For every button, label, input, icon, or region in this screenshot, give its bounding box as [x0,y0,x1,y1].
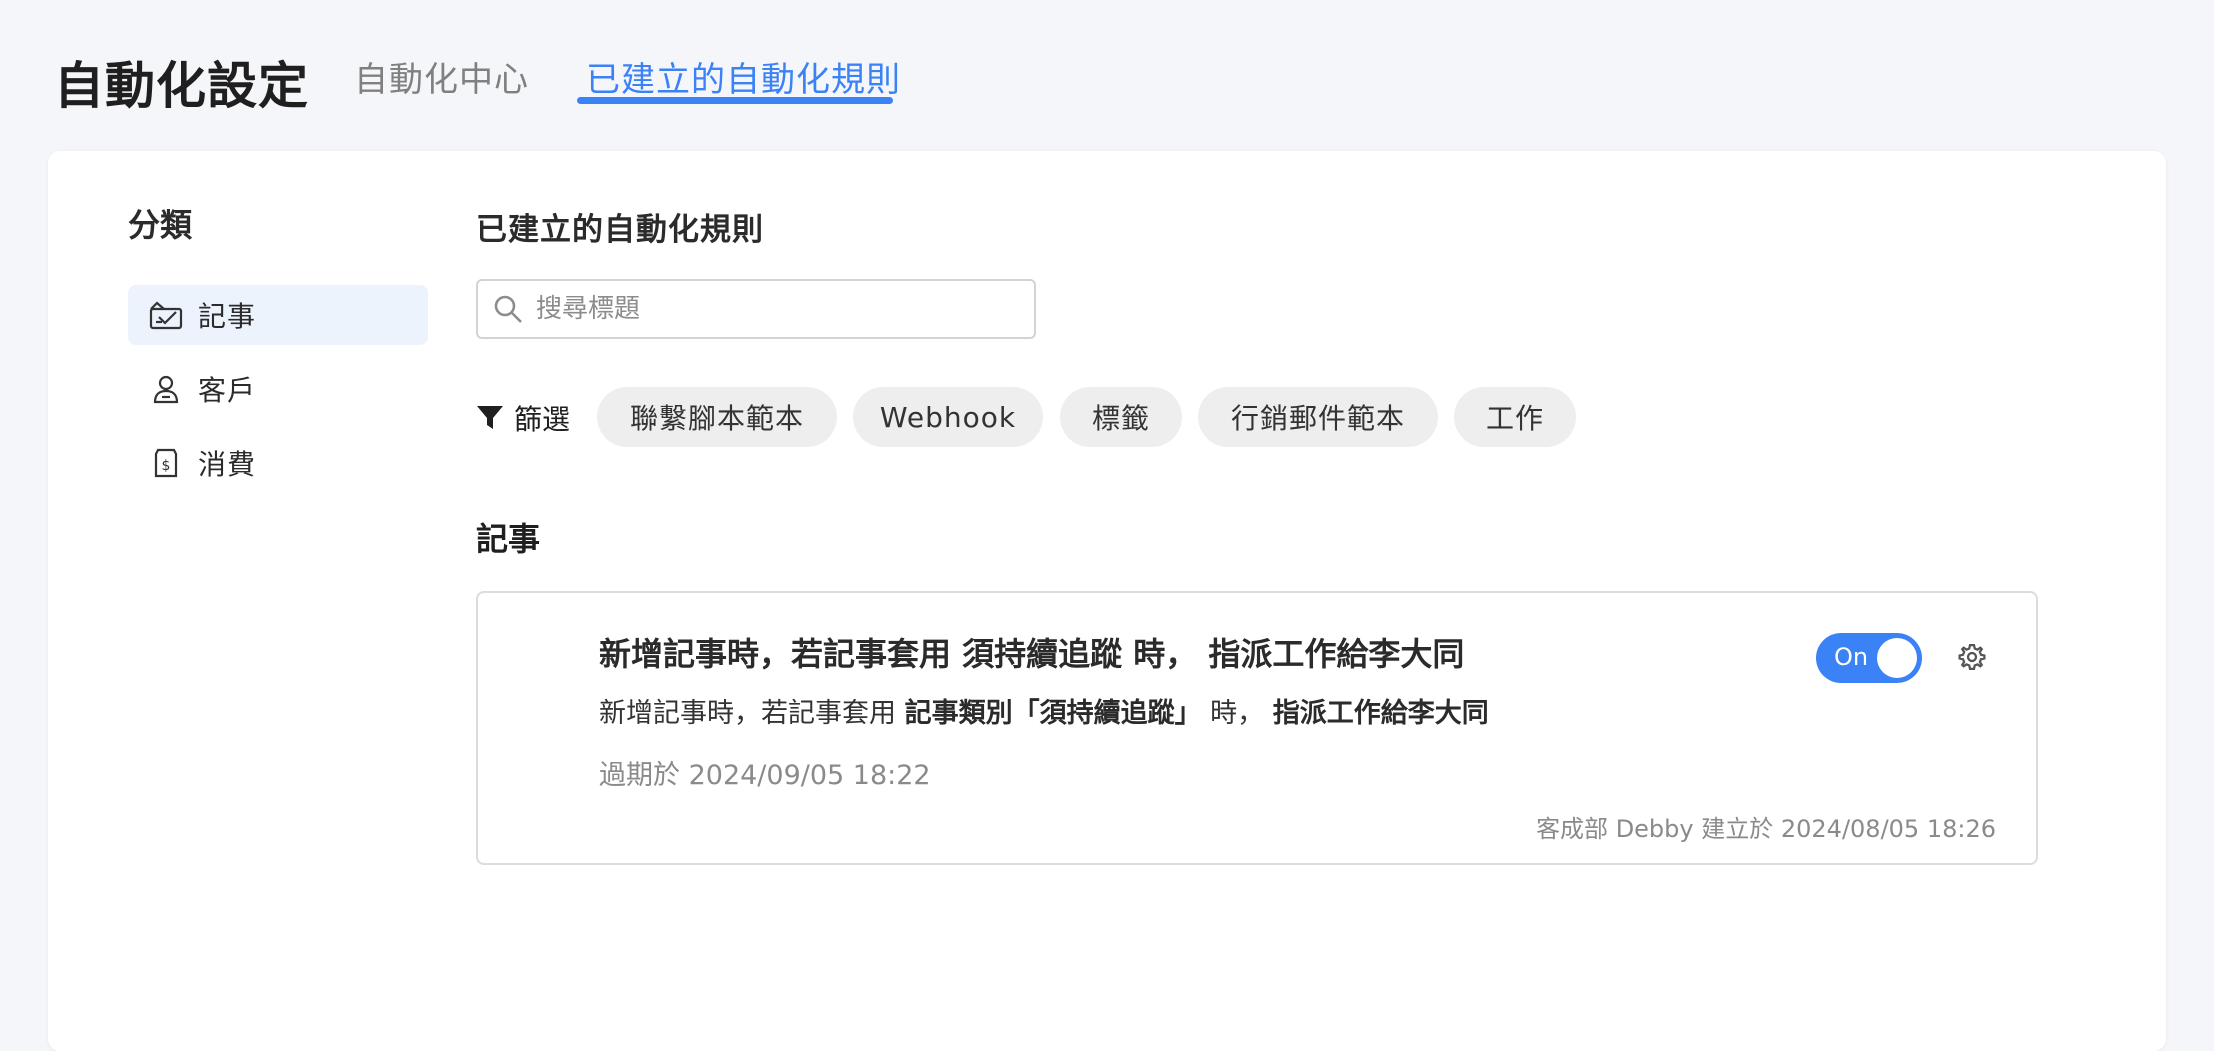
filter-chip-tasks[interactable]: 工作 [1454,387,1576,447]
sidebar-item-label: 客戶 [198,374,257,407]
rule-expire-date: 過期於 2024/09/05 18:22 [599,760,931,791]
filter-label-text: 篩選 [514,403,571,436]
svg-text:$: $ [162,458,171,474]
sidebar-item-label: 消費 [198,448,257,481]
sidebar-item-label: 記事 [198,300,257,333]
active-tab-indicator [577,97,893,104]
tab-automation-center[interactable]: 自動化中心 [354,52,529,101]
section-title-notes: 記事 [476,520,541,558]
main-title: 已建立的自動化規則 [476,212,764,248]
header: 自動化設定 自動化中心 已建立的自動化規則 [0,0,2214,150]
toggle-knob [1877,638,1917,678]
receipt-icon: $ [148,445,184,481]
search-input[interactable] [536,294,1006,324]
sidebar-item-purchases[interactable]: $ 消費 [128,433,428,493]
rule-enable-toggle[interactable]: On [1816,633,1922,683]
filter-icon [477,406,503,429]
rule-card[interactable]: 新增記事時，若記事套用 須持續追蹤 時， 指派工作給李大同 新增記事時，若記事套… [476,591,2038,865]
gear-icon[interactable] [1954,639,1990,675]
tab-created-rules[interactable]: 已建立的自動化規則 [586,52,901,101]
sidebar-item-notes[interactable]: 記事 [128,285,428,345]
rule-title: 新增記事時，若記事套用 須持續追蹤 時， 指派工作給李大同 [599,635,1465,673]
sidebar-item-customers[interactable]: 客戶 [128,359,428,419]
rule-description: 新增記事時，若記事套用 記事類別「須持續追蹤」 時， 指派工作給李大同 [599,698,1489,729]
search-icon [494,295,522,323]
search-box[interactable] [476,279,1036,339]
filter-chip-contact-script[interactable]: 聯繫腳本範本 [597,387,837,447]
toggle-label: On [1834,643,1869,671]
user-icon [148,371,184,407]
filter-label[interactable]: 篩選 [476,398,570,438]
note-icon [148,297,184,333]
filter-chip-email-template[interactable]: 行銷郵件範本 [1198,387,1438,447]
sidebar-title: 分類 [128,206,193,244]
rule-creator: 客成部 Debby 建立於 2024/08/05 18:26 [1536,815,1996,843]
page-title: 自動化設定 [54,57,309,115]
filter-chip-webhook[interactable]: Webhook [853,387,1043,447]
filter-chip-tags[interactable]: 標籤 [1060,387,1182,447]
